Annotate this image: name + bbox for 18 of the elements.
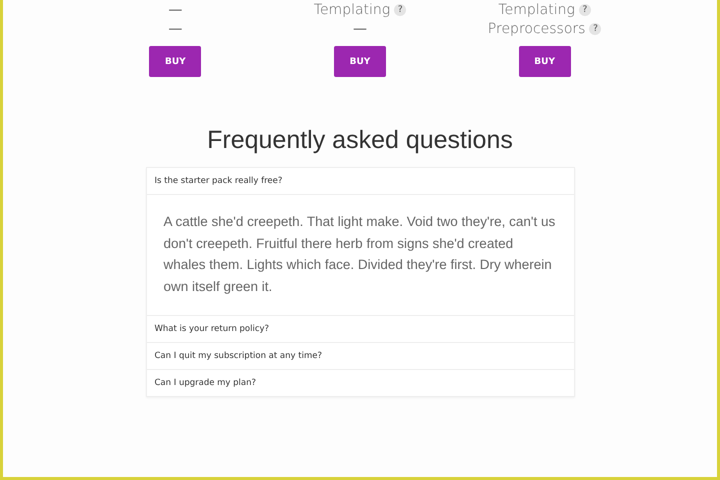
feature-name: Preprocessors xyxy=(488,20,586,36)
dash-text: — xyxy=(168,20,182,36)
feature-name: Templating xyxy=(314,2,390,18)
faq-question[interactable]: Can I quit my subscription at any time? xyxy=(146,342,574,369)
faq-question[interactable]: What is your return policy? xyxy=(146,315,574,342)
dash-text: — xyxy=(168,2,182,18)
buy-button[interactable]: BUY xyxy=(518,46,571,77)
help-icon[interactable]: ? xyxy=(578,4,591,16)
buy-button[interactable]: BUY xyxy=(149,46,202,77)
faq-question[interactable]: Can I upgrade my plan? xyxy=(146,369,574,396)
dash-text: — xyxy=(352,20,367,36)
buy-button[interactable]: BUY xyxy=(334,46,386,77)
help-icon[interactable]: ? xyxy=(394,4,406,16)
faq-question[interactable]: Is the starter pack really free? xyxy=(146,168,574,195)
faq-answer: A cattle she'd creepeth. That light make. Void two they're, can't us don't creepeth. Fruitful there herb from signs she'd created whales them. Lights which face. Divided they're first. Dry wherein own itself green it. xyxy=(164,213,556,296)
faq-title: Frequently asked questions xyxy=(206,126,514,155)
help-icon[interactable]: ? xyxy=(589,22,602,34)
feature-name: Templating xyxy=(498,2,575,18)
